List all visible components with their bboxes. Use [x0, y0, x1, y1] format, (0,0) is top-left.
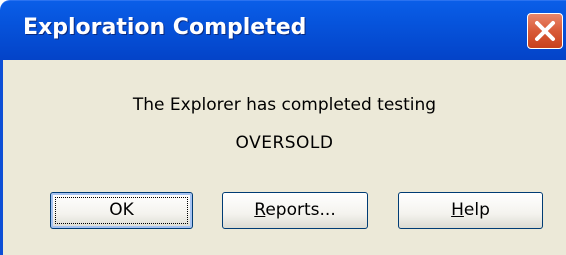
reports-button-label: eports...	[265, 200, 336, 220]
reports-button-mnemonic: R	[254, 200, 266, 220]
reports-button[interactable]: Reports...	[222, 192, 368, 229]
title-bar[interactable]: Exploration Completed	[0, 0, 566, 60]
dialog-body: The Explorer has completed testing OVERS…	[0, 60, 566, 255]
message-line-2: OVERSOLD	[235, 133, 334, 153]
help-button-label: elp	[463, 200, 490, 220]
ok-button[interactable]: OK	[50, 192, 193, 229]
exploration-completed-dialog: Exploration Completed The Explorer has c…	[0, 0, 566, 255]
message-line-1: The Explorer has completed testing	[132, 95, 437, 115]
focus-ring	[55, 197, 188, 224]
help-button-mnemonic: H	[451, 200, 464, 220]
help-button[interactable]: Help	[398, 192, 543, 229]
close-icon	[535, 21, 555, 41]
window-title: Exploration Completed	[23, 15, 307, 40]
close-button[interactable]	[527, 13, 563, 49]
